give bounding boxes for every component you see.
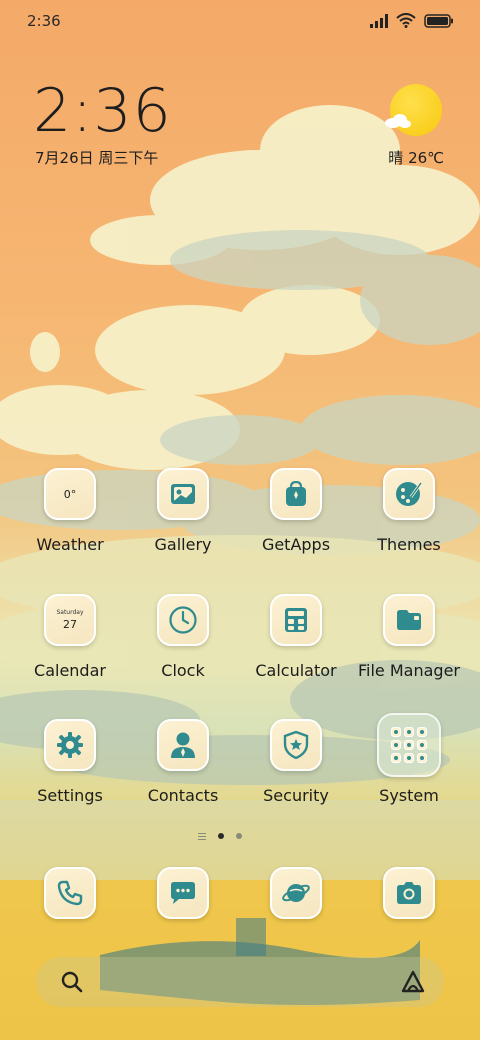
app-getapps[interactable]: GetApps — [241, 468, 351, 578]
browser-icon — [270, 867, 322, 919]
contact-icon — [157, 719, 209, 771]
page-dot-1[interactable] — [218, 833, 224, 839]
app-label: Calendar — [34, 661, 106, 680]
search-icon[interactable] — [60, 970, 84, 994]
calendar-icon-day: Saturday — [56, 609, 84, 616]
app-contacts[interactable]: Contacts — [128, 719, 238, 829]
app-weather[interactable]: 0° Weather — [15, 468, 125, 578]
clock-time[interactable]: 2:36 — [33, 75, 172, 147]
app-calculator[interactable]: Calculator — [241, 594, 351, 704]
folder-icon — [383, 594, 435, 646]
status-time: 2:36 — [27, 12, 61, 30]
app-file-manager[interactable]: File Manager — [354, 594, 464, 704]
dock-messages[interactable] — [157, 867, 213, 923]
status-icons — [370, 12, 454, 32]
page-indicator[interactable] — [198, 830, 242, 842]
wifi-icon — [396, 12, 416, 32]
app-label: GetApps — [261, 535, 331, 554]
getapps-icon — [270, 468, 322, 520]
weather-condition: 晴 — [388, 149, 404, 167]
app-label: Gallery — [154, 535, 212, 554]
app-label: Security — [263, 786, 329, 805]
sun-icon — [390, 84, 442, 136]
app-label: Themes — [377, 535, 441, 554]
assistant-icon[interactable] — [400, 969, 426, 995]
gallery-icon — [157, 468, 209, 520]
camera-icon — [383, 867, 435, 919]
app-label: Clock — [161, 661, 205, 680]
app-label: Contacts — [147, 786, 219, 805]
app-settings[interactable]: Settings — [15, 719, 125, 829]
dock-browser[interactable] — [270, 867, 326, 923]
cloud-icon — [385, 114, 411, 128]
calendar-icon-date: 27 — [63, 618, 77, 631]
dock-phone[interactable] — [44, 867, 100, 923]
weather-temperature: 26℃ — [408, 149, 444, 167]
weather-icon-text: 0° — [63, 487, 77, 501]
app-list-icon[interactable] — [198, 832, 206, 840]
app-calendar[interactable]: Saturday 27 Calendar — [15, 594, 125, 704]
dock-camera[interactable] — [383, 867, 439, 923]
app-security[interactable]: Security — [241, 719, 351, 829]
shield-icon — [270, 719, 322, 771]
calculator-icon — [270, 594, 322, 646]
status-bar: 2:36 — [0, 0, 480, 44]
calendar-icon: Saturday 27 — [44, 594, 96, 646]
app-label: Calculator — [255, 661, 337, 680]
signal-icon — [370, 13, 388, 32]
gear-icon — [44, 719, 96, 771]
app-label: System — [379, 786, 439, 805]
app-clock[interactable]: Clock — [128, 594, 238, 704]
search-bar[interactable] — [36, 957, 444, 1007]
app-gallery[interactable]: Gallery — [128, 468, 238, 578]
app-folder-icon — [377, 713, 441, 777]
message-icon — [157, 867, 209, 919]
app-label: Weather — [36, 535, 104, 554]
app-label: Settings — [37, 786, 103, 805]
battery-icon — [424, 13, 454, 32]
themes-icon — [383, 468, 435, 520]
clock-date[interactable]: 7月26日 周三下午 — [35, 147, 158, 168]
phone-icon — [44, 867, 96, 919]
weather-text[interactable]: 晴 26℃ — [388, 147, 444, 168]
weather-icon: 0° — [44, 468, 96, 520]
clock-icon — [157, 594, 209, 646]
app-system-folder[interactable]: System — [354, 713, 464, 829]
app-label: File Manager — [358, 661, 460, 680]
app-themes[interactable]: Themes — [354, 468, 464, 578]
page-dot-2[interactable] — [236, 833, 242, 839]
